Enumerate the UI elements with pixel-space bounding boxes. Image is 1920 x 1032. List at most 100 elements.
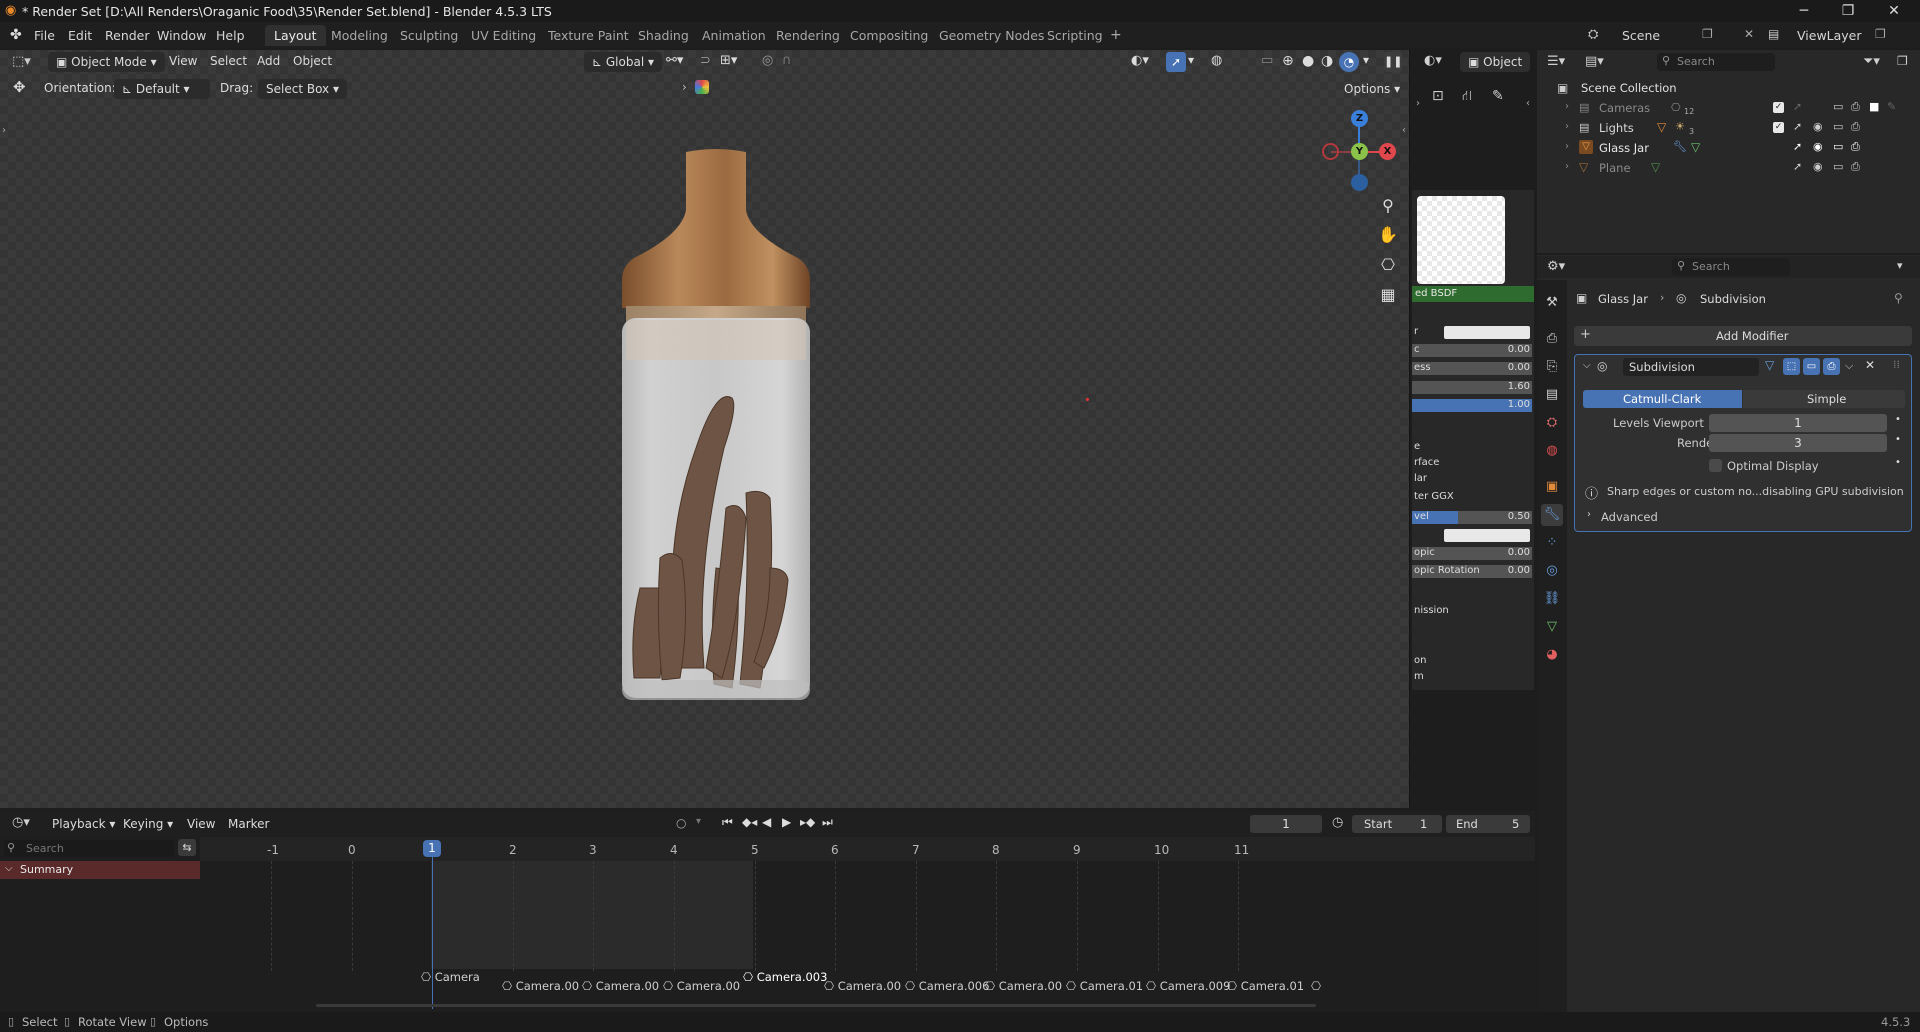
- play-reverse-icon[interactable]: ◀: [762, 815, 771, 829]
- shader-socket-row[interactable]: nission: [1412, 604, 1534, 619]
- scene-icon[interactable]: ⛭: [1588, 27, 1598, 42]
- constraints-tab-icon[interactable]: ⛓: [1541, 588, 1563, 610]
- select-arrow-icon[interactable]: ➚: [1793, 120, 1802, 133]
- pivot-icon[interactable]: ⚯▾: [666, 53, 683, 68]
- keyframe-dot-icon[interactable]: •: [1895, 457, 1901, 468]
- camera-marker[interactable]: ⎔ Camera.00: [502, 979, 579, 993]
- shader-socket-row[interactable]: ter GGX: [1412, 490, 1534, 505]
- toolbar-toggle-icon[interactable]: ›: [2, 125, 6, 136]
- viewport-monitor-icon[interactable]: ▭: [1833, 160, 1843, 173]
- advanced-expand-icon[interactable]: ›: [1587, 509, 1591, 520]
- outliner-editor-icon[interactable]: ☰▾: [1547, 54, 1565, 69]
- start-frame-field[interactable]: Start 1: [1352, 815, 1442, 833]
- timeline-menu-marker[interactable]: Marker: [228, 817, 269, 831]
- tab-layout[interactable]: Layout: [265, 25, 326, 46]
- properties-search-input[interactable]: ⚲ Search: [1672, 258, 1790, 276]
- catmull-clark-option[interactable]: Catmull-Clark: [1583, 390, 1742, 408]
- select-arrow-icon[interactable]: ➚: [1793, 160, 1802, 173]
- timeline-menu-playback[interactable]: Playback ▾: [52, 817, 115, 831]
- shader-socket-row[interactable]: on: [1412, 654, 1534, 669]
- viewport-menu-view[interactable]: View: [169, 54, 197, 68]
- modifier-menu-icon[interactable]: ⌵: [1845, 359, 1853, 373]
- render-tab-icon[interactable]: ⎙: [1541, 328, 1563, 350]
- panel-expand-icon[interactable]: ›: [1416, 98, 1420, 109]
- shader-socket-row[interactable]: opic 0.00: [1412, 546, 1534, 561]
- tab-geometry-nodes[interactable]: Geometry Nodes: [930, 25, 1053, 46]
- panel-collapse-icon[interactable]: ‹: [1526, 98, 1530, 109]
- tab-rendering[interactable]: Rendering: [767, 25, 849, 46]
- keyframe-dot-icon[interactable]: •: [1895, 434, 1901, 445]
- close-button[interactable]: ✕: [1872, 0, 1916, 22]
- camera-marker[interactable]: ⎔ Camera.01: [1066, 979, 1143, 993]
- add-modifier-button[interactable]: + Add Modifier: [1574, 326, 1912, 346]
- holdout-icon[interactable]: ■: [1869, 100, 1879, 113]
- modifier-tab-icon[interactable]: 🔧︎: [1541, 504, 1563, 526]
- prev-keyframe-icon[interactable]: ◆◂: [742, 815, 757, 829]
- gizmo-neg-x-icon[interactable]: [1322, 143, 1339, 160]
- proportional-edit-icon[interactable]: ◎: [762, 53, 773, 68]
- world-tab-icon[interactable]: ◍: [1541, 440, 1563, 462]
- material-tab-icon[interactable]: ◕: [1541, 644, 1563, 666]
- expand-arrow-icon[interactable]: ›: [682, 80, 687, 94]
- menu-window[interactable]: Window: [157, 28, 206, 43]
- viewport-monitor-icon[interactable]: ▭: [1833, 120, 1843, 133]
- viewport-menu-add[interactable]: Add: [257, 54, 280, 68]
- timeline-search-input[interactable]: ⚲ Search: [4, 840, 174, 857]
- camera-view-icon[interactable]: ⎔: [1376, 253, 1400, 277]
- sidebar-toggle-icon[interactable]: ‹: [1402, 125, 1406, 136]
- wireframe-shading-icon[interactable]: ⊕: [1282, 53, 1294, 69]
- scene-name[interactable]: Scene: [1622, 28, 1660, 43]
- gizmo-toggle-icon[interactable]: ➚: [1166, 52, 1186, 72]
- navigation-gizmo[interactable]: Z Y X: [1316, 108, 1396, 194]
- outliner-item-plane[interactable]: › ▽ Plane ▽ ➚ ◉ ▭ ⎙: [1537, 158, 1920, 178]
- swap-filter-icon[interactable]: ⇆: [178, 839, 196, 856]
- drag-handle-icon[interactable]: ⁞⁞: [1893, 358, 1900, 371]
- orientation-dropdown[interactable]: ⊾ Default ▾: [114, 79, 210, 99]
- shader-socket-row[interactable]: ess 0.00: [1412, 361, 1534, 376]
- outliner-item-lights[interactable]: › ▤ Lights ▽ ☀ 3 ✓ ➚ ◉ ▭ ⎙: [1537, 118, 1920, 138]
- display-mode-dropdown-icon[interactable]: ▤▾: [1585, 54, 1604, 69]
- render-camera-icon[interactable]: ⎙: [1851, 100, 1860, 114]
- shading-dropdown-icon[interactable]: ▾: [1363, 53, 1369, 67]
- cameras-checkbox[interactable]: ✓: [1773, 102, 1784, 113]
- current-frame-field[interactable]: 1: [1250, 815, 1322, 833]
- camera-marker[interactable]: ⎔ Camera.00: [824, 979, 901, 993]
- next-keyframe-icon[interactable]: ▸◆: [800, 815, 815, 829]
- camera-marker[interactable]: ⎔ Camera.003: [743, 970, 827, 984]
- timeline-editor-icon[interactable]: ◷▾: [12, 815, 30, 830]
- collapse-arrow-icon[interactable]: ⌵: [5, 863, 13, 874]
- minimize-button[interactable]: ─: [1782, 0, 1826, 22]
- view-layer-tab-icon[interactable]: ▤: [1541, 384, 1563, 406]
- summary-channel[interactable]: ⌵ Summary: [0, 861, 200, 879]
- simple-option[interactable]: Simple: [1743, 390, 1905, 408]
- edit-mode-icon[interactable]: ⬚: [1783, 358, 1800, 375]
- add-workspace-icon[interactable]: +: [1110, 27, 1122, 43]
- pause-render-icon[interactable]: ❚❚: [1384, 52, 1402, 72]
- on-cage-icon[interactable]: ▽: [1765, 358, 1774, 372]
- properties-options-icon[interactable]: ▾: [1897, 259, 1903, 272]
- playhead-frame-indicator[interactable]: 1: [423, 840, 441, 857]
- outliner-item-glass-jar[interactable]: › ▽ Glass Jar 🔧︎ ▽ ➚ ◉ ▭ ⎙: [1537, 138, 1920, 158]
- camera-marker[interactable]: ⎔ Camera.00: [663, 979, 740, 993]
- tab-compositing[interactable]: Compositing: [841, 25, 937, 46]
- color-swatch[interactable]: [1444, 326, 1530, 339]
- end-frame-field[interactable]: End 5: [1446, 815, 1530, 833]
- tool-tab-icon[interactable]: ⚒: [1541, 292, 1563, 314]
- shader-socket-row[interactable]: [1412, 528, 1534, 543]
- expand-arrow-icon[interactable]: ›: [1565, 161, 1569, 172]
- viewport-menu-object[interactable]: Object: [293, 54, 332, 68]
- lights-checkbox[interactable]: ✓: [1773, 122, 1784, 133]
- tab-shading[interactable]: Shading: [629, 25, 698, 46]
- physics-tab-icon[interactable]: ◎: [1541, 560, 1563, 582]
- tab-animation[interactable]: Animation: [693, 25, 775, 46]
- tab-modeling[interactable]: Modeling: [322, 25, 397, 46]
- editor-type-icon[interactable]: ⬚▾: [12, 54, 31, 69]
- shader-socket-row[interactable]: e: [1412, 440, 1534, 455]
- shader-socket-row[interactable]: c 0.00: [1412, 343, 1534, 358]
- camera-marker[interactable]: ⎔ Camera.00: [985, 979, 1062, 993]
- indirect-only-icon[interactable]: ✎: [1887, 100, 1896, 113]
- view-layer-icon[interactable]: ▤: [1768, 27, 1779, 41]
- gizmo-neg-z-icon[interactable]: [1351, 174, 1368, 191]
- particles-tab-icon[interactable]: ⁘: [1541, 532, 1563, 554]
- expand-arrow-icon[interactable]: ›: [1565, 121, 1569, 132]
